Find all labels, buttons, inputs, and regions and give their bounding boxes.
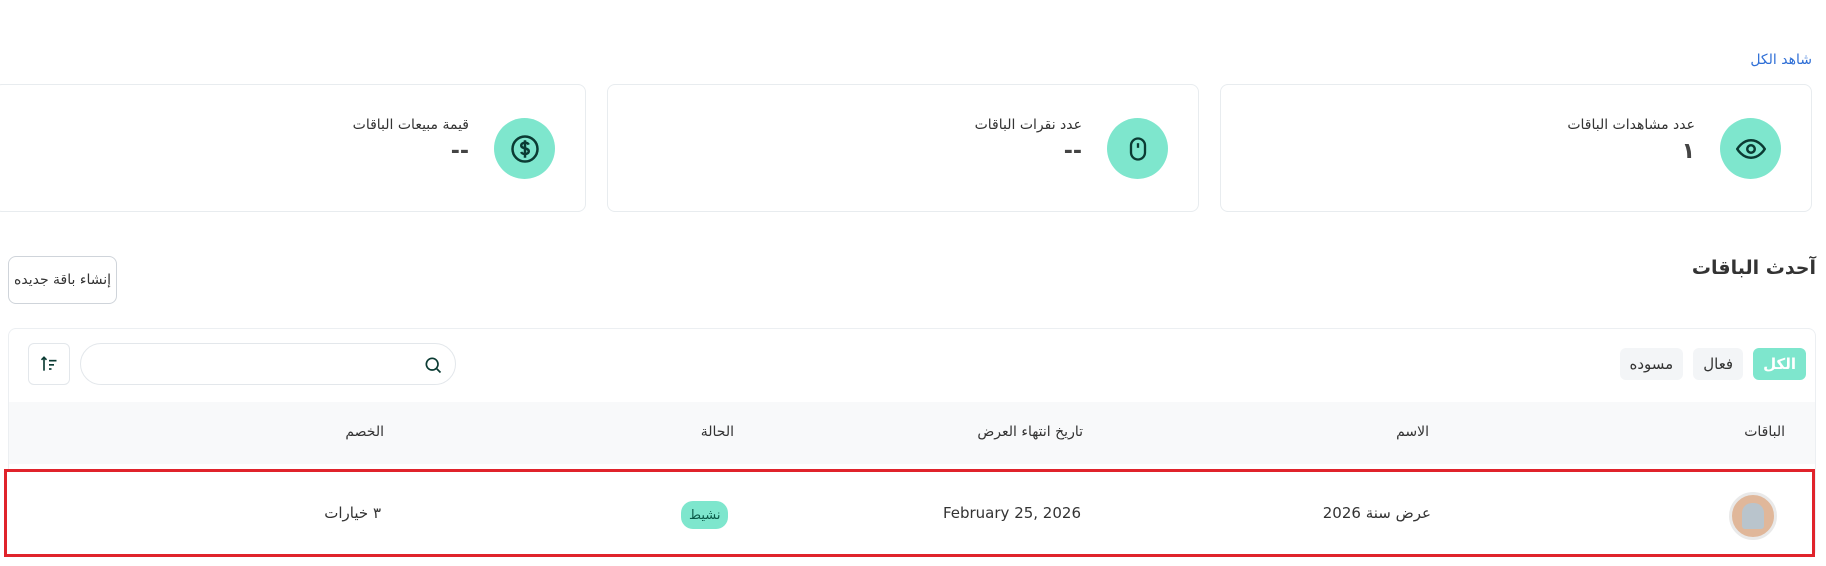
sort-icon [40, 356, 57, 371]
see-all-link[interactable]: شاهد الكل [1750, 52, 1812, 68]
tab-all[interactable]: الكل [1753, 348, 1806, 380]
create-package-button[interactable]: إنشاء باقة جديده [8, 256, 117, 304]
header-discount: الخصم [345, 424, 384, 440]
package-name: عرض سنة 2026 [1322, 504, 1431, 522]
header-name: الاسم [1396, 424, 1429, 440]
package-expiry: February 25, 2026 [942, 504, 1081, 522]
filter-tabs: الكل فعال مسوده [1619, 348, 1806, 380]
eye-icon [1720, 118, 1781, 179]
sort-button[interactable] [28, 343, 70, 385]
header-status: الحالة [700, 424, 734, 440]
dollar-icon [494, 118, 555, 179]
stat-label: عدد مشاهدات الباقات [1567, 117, 1695, 133]
stat-label: قيمة مبيعات الباقات [352, 117, 469, 133]
stat-card-sales: قيمة مبيعات الباقات -- [0, 84, 586, 212]
stat-card-clicks: عدد نقرات الباقات -- [607, 84, 1199, 212]
table-row[interactable]: عرض سنة 2026 February 25, 2026 نشيط ٣ خي… [4, 469, 1815, 557]
package-discount: ٣ خيارات [324, 504, 381, 522]
header-packages: الباقات [1744, 424, 1785, 440]
section-title: آحدث الباقات [1691, 257, 1816, 279]
tab-active[interactable]: فعال [1693, 348, 1744, 380]
package-avatar [1729, 492, 1777, 540]
stat-value: ١ [1681, 139, 1695, 164]
status-badge: نشيط [681, 501, 729, 529]
mouse-icon [1107, 118, 1168, 179]
table-header: الباقات الاسم تاريخ انتهاء العرض الحالة … [9, 402, 1815, 464]
tab-draft[interactable]: مسوده [1619, 348, 1684, 380]
stat-value: -- [450, 139, 469, 164]
search-icon[interactable] [423, 355, 443, 375]
search-input[interactable] [95, 352, 411, 376]
stat-label: عدد نقرات الباقات [974, 117, 1082, 133]
stat-value: -- [1063, 139, 1082, 164]
search-box [80, 343, 456, 385]
stat-card-views: عدد مشاهدات الباقات ١ [1220, 84, 1812, 212]
header-expiry: تاريخ انتهاء العرض [977, 424, 1083, 440]
